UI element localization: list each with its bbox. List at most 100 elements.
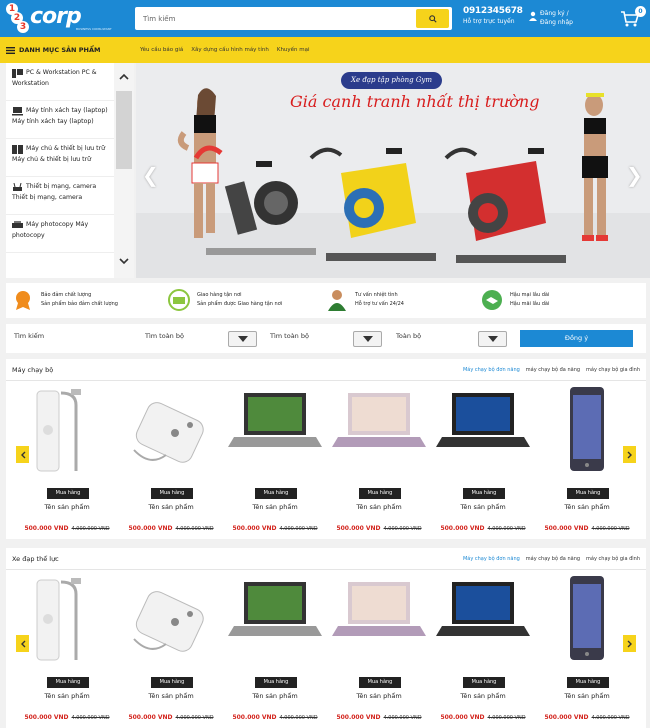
- product-price: 500.000 VND: [440, 714, 485, 721]
- product-price: 500.000 VND: [544, 525, 589, 532]
- account-links: Đăng ký / Đăng nhập: [529, 9, 589, 29]
- section-tab[interactable]: máy chạy bộ đa năng: [526, 556, 580, 562]
- product-name[interactable]: Tên sản phẩm: [224, 692, 326, 700]
- user-icon: [529, 11, 537, 21]
- product-name[interactable]: Tên sản phẩm: [16, 503, 118, 511]
- nav-link-quote[interactable]: Yêu cầu báo giá: [140, 47, 183, 53]
- product-card[interactable]: Mua hàng Tên sản phẩm 500.000 VND 4.000.0…: [16, 570, 118, 728]
- feature-desc: Sản phẩm được Giao hàng tận nơi: [197, 301, 283, 307]
- login-link[interactable]: Đăng nhập: [540, 19, 573, 26]
- buy-button[interactable]: Mua hàng: [359, 677, 401, 688]
- product-card[interactable]: Mua hàng Tên sản phẩm 500.000 VND 4.000.0…: [432, 381, 534, 539]
- categories-menu-label: DANH MỤC SẢN PHẨM: [19, 46, 101, 54]
- product-card[interactable]: Mua hàng Tên sản phẩm 500.000 VND 4.000.0…: [120, 570, 222, 728]
- phone-icon: [570, 576, 604, 660]
- product-name[interactable]: Tên sản phẩm: [536, 692, 638, 700]
- product-card[interactable]: Mua hàng Tên sản phẩm 500.000 VND 4.000.0…: [536, 381, 638, 539]
- product-card[interactable]: Mua hàng Tên sản phẩm 500.000 VND 4.000.0…: [224, 570, 326, 728]
- feature-title: Tư vấn nhiệt tình: [355, 292, 398, 298]
- nav-link-build-pc[interactable]: Xây dựng cấu hình máy tính: [191, 47, 269, 53]
- chevron-up-icon[interactable]: [119, 73, 129, 80]
- dropdown-toggle-3[interactable]: [478, 331, 507, 347]
- search-button[interactable]: [416, 9, 449, 28]
- product-old-price: 4.000.000 VND: [175, 526, 214, 532]
- nav-links: Yêu cầu báo giá Xây dựng cấu hình máy tí…: [140, 37, 318, 63]
- feature-title: Hậu mại lâu dài: [510, 292, 550, 298]
- register-link[interactable]: Đăng ký /: [540, 10, 569, 17]
- product-name[interactable]: Tên sản phẩm: [328, 503, 430, 511]
- cart-button[interactable]: 0: [620, 6, 646, 28]
- shower-panel-icon: [133, 591, 204, 652]
- product-card[interactable]: Mua hàng Tên sản phẩm 500.000 VND 4.000.0…: [120, 381, 222, 539]
- filter-select-1[interactable]: Tìm toàn bộ: [145, 332, 184, 340]
- buy-button[interactable]: Mua hàng: [47, 677, 89, 688]
- buy-button[interactable]: Mua hàng: [47, 488, 89, 499]
- site-header: 1 2 3 corp BUSINESS CONSULTANT 091234567…: [0, 0, 650, 37]
- chevron-left-icon[interactable]: ❮: [142, 163, 159, 187]
- hero-banner[interactable]: Xe đạp tập phòng Gym Giá cạnh tranh nhất…: [136, 63, 650, 278]
- buy-button[interactable]: Mua hàng: [255, 677, 297, 688]
- handshake-icon: [482, 290, 502, 310]
- pc-icon: [12, 69, 23, 78]
- category-item-laptop[interactable]: Máy tính xách tay (laptop) Máy tính xách…: [6, 101, 114, 139]
- product-name[interactable]: Tên sản phẩm: [120, 503, 222, 511]
- section-tab[interactable]: máy chạy bộ gia đình: [586, 367, 640, 373]
- buy-button[interactable]: Mua hàng: [463, 677, 505, 688]
- hotline[interactable]: 0912345678 Hỗ trợ trực tuyến: [463, 6, 523, 25]
- category-item-pc[interactable]: PC & Workstation PC & Workstation: [6, 63, 114, 101]
- product-price: 500.000 VND: [336, 714, 381, 721]
- buy-button[interactable]: Mua hàng: [359, 488, 401, 499]
- chevron-right-icon[interactable]: ❯: [626, 163, 643, 187]
- product-card[interactable]: Mua hàng Tên sản phẩm 500.000 VND 4.000.0…: [328, 570, 430, 728]
- buy-button[interactable]: Mua hàng: [255, 488, 297, 499]
- delivery-icon: [168, 289, 190, 311]
- buy-button[interactable]: Mua hàng: [567, 677, 609, 688]
- product-card[interactable]: Mua hàng Tên sản phẩm 500.000 VND 4.000.0…: [328, 381, 430, 539]
- section-tab[interactable]: Máy chạy bộ đơn năng: [463, 556, 520, 562]
- consultant-icon: [328, 290, 346, 311]
- section-tab[interactable]: máy chạy bộ đa năng: [526, 367, 580, 373]
- product-name[interactable]: Tên sản phẩm: [432, 503, 534, 511]
- product-name[interactable]: Tên sản phẩm: [536, 503, 638, 511]
- product-old-price: 4.000.000 VND: [487, 526, 526, 532]
- product-card[interactable]: Mua hàng Tên sản phẩm 500.000 VND 4.000.0…: [16, 381, 118, 539]
- filter-search-input[interactable]: Tìm kiếm: [14, 332, 44, 340]
- categories-menu-button[interactable]: DANH MỤC SẢN PHẨM: [6, 37, 134, 63]
- product-name[interactable]: Tên sản phẩm: [432, 692, 534, 700]
- product-card[interactable]: Mua hàng Tên sản phẩm 500.000 VND 4.000.0…: [432, 570, 534, 728]
- buy-button[interactable]: Mua hàng: [151, 677, 193, 688]
- category-item-network[interactable]: Thiết bị mạng, camera Thiết bị mạng, cam…: [6, 177, 114, 215]
- product-name[interactable]: Tên sản phẩm: [120, 692, 222, 700]
- server-icon: [12, 145, 23, 154]
- dropdown-toggle-1[interactable]: [228, 331, 257, 347]
- nav-link-promotions[interactable]: Khuyến mại: [277, 47, 310, 53]
- product-name[interactable]: Tên sản phẩm: [224, 503, 326, 511]
- product-name[interactable]: Tên sản phẩm: [16, 692, 118, 700]
- filter-select-2[interactable]: Tìm toàn bộ: [270, 332, 309, 340]
- category-item-printer[interactable]: Máy photocopy Máy photocopy: [6, 215, 114, 253]
- site-logo[interactable]: 1 2 3 corp BUSINESS CONSULTANT: [6, 3, 124, 33]
- buy-button[interactable]: Mua hàng: [151, 488, 193, 499]
- dropdown-toggle-2[interactable]: [353, 331, 382, 347]
- scrollbar-thumb[interactable]: [116, 91, 132, 169]
- product-section-fitness-bike: Xe đạp thể lực Máy chạy bộ đơn năng máy …: [6, 548, 646, 728]
- product-name[interactable]: Tên sản phẩm: [328, 692, 430, 700]
- section-tab[interactable]: Máy chạy bộ đơn năng: [463, 367, 520, 373]
- main-nav: DANH MỤC SẢN PHẨM Yêu cầu báo giá Xây dự…: [0, 37, 650, 63]
- filter-submit-button[interactable]: Đồng ý: [520, 330, 633, 347]
- search-input[interactable]: [135, 7, 418, 30]
- laptop-icon: [12, 107, 23, 116]
- banner-headline: Giá cạnh tranh nhất thị trường: [290, 92, 540, 111]
- category-item-server[interactable]: Máy chủ & thiết bị lưu trữ Máy chủ & thi…: [6, 139, 114, 177]
- buy-button[interactable]: Mua hàng: [463, 488, 505, 499]
- product-card[interactable]: Mua hàng Tên sản phẩm 500.000 VND 4.000.0…: [224, 381, 326, 539]
- filter-select-3[interactable]: Toàn bộ: [396, 332, 421, 340]
- product-card[interactable]: Mua hàng Tên sản phẩm 500.000 VND 4.000.0…: [536, 570, 638, 728]
- cart-count-badge: 0: [635, 6, 646, 17]
- chevron-down-icon[interactable]: [119, 258, 129, 265]
- category-label: Thiết bị mạng, camera Thiết bị mạng, cam…: [12, 183, 97, 201]
- buy-button[interactable]: Mua hàng: [567, 488, 609, 499]
- category-label: PC & Workstation PC & Workstation: [12, 69, 97, 87]
- category-scrollbar[interactable]: [114, 63, 134, 278]
- section-tab[interactable]: máy chạy bộ gia đình: [586, 556, 640, 562]
